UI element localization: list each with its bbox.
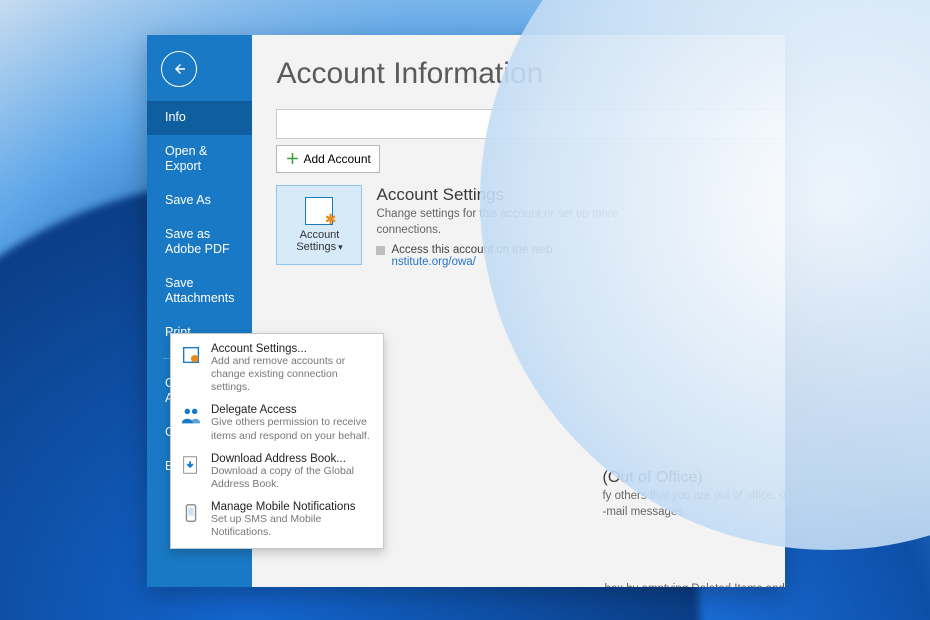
menu-desc: Give others permission to receive items … [211, 416, 375, 442]
menu-desc: Add and remove accounts or change existi… [211, 355, 375, 394]
sidebar-item-info[interactable]: Info [147, 101, 252, 135]
menu-item-manage-mobile-notifications[interactable]: Manage Mobile Notifications Set up SMS a… [171, 496, 383, 544]
plus-icon: ＋ [285, 149, 299, 169]
account-settings-tile[interactable]: Account Settings▾ [276, 185, 362, 265]
sidebar-item-save-as[interactable]: Save As [147, 184, 252, 218]
sidebar-item-open-export[interactable]: Open & Export [147, 135, 252, 184]
ooo-title: (Out of Office) [602, 469, 785, 487]
chevron-down-icon: ▾ [338, 242, 343, 252]
ooo-desc1: fy others that you are out of office, on… [602, 489, 785, 505]
menu-title: Manage Mobile Notifications [211, 501, 375, 513]
account-settings-menu-icon [179, 343, 203, 367]
mailbox-cleanup-text: box by emptying Deleted Items and arc [604, 583, 785, 587]
back-button[interactable] [161, 51, 197, 87]
tile-label: Account Settings [296, 229, 339, 253]
delegate-access-icon [179, 404, 203, 428]
mobile-notifications-icon [179, 501, 203, 525]
account-settings-menu: Account Settings... Add and remove accou… [170, 333, 384, 549]
sidebar-item-save-adobe-pdf[interactable]: Save as Adobe PDF [147, 218, 252, 267]
menu-item-account-settings[interactable]: Account Settings... Add and remove accou… [171, 338, 383, 399]
menu-desc: Set up SMS and Mobile Notifications. [211, 513, 375, 539]
menu-title: Download Address Book... [211, 453, 375, 465]
ooo-desc2: -mail messages. [602, 505, 785, 521]
menu-title: Account Settings... [211, 343, 375, 355]
out-of-office-section: (Out of Office) fy others that you are o… [532, 469, 785, 520]
bullet-icon [376, 246, 385, 255]
section-desc-account-settings: Change settings for this account or set … [376, 207, 676, 238]
owa-link[interactable]: nstitute.org/owa/ [391, 256, 785, 268]
sidebar-item-save-attachments[interactable]: Save Attachments [147, 267, 252, 316]
section-title-account-settings: Account Settings [376, 185, 785, 205]
menu-item-delegate-access[interactable]: Delegate Access Give others permission t… [171, 399, 383, 447]
page-title: Account Information [276, 57, 785, 91]
menu-title: Delegate Access [211, 404, 375, 416]
account-settings-icon [305, 197, 333, 225]
add-account-button[interactable]: ＋ Add Account [276, 145, 379, 173]
download-address-book-icon [179, 453, 203, 477]
menu-desc: Download a copy of the Global Address Bo… [211, 465, 375, 491]
add-account-label: Add Account [303, 152, 370, 166]
back-arrow-icon [170, 60, 188, 78]
web-access-label: Access this account on the web. [391, 244, 555, 256]
menu-item-download-address-book[interactable]: Download Address Book... Download a copy… [171, 448, 383, 496]
account-dropdown[interactable] [276, 109, 785, 139]
